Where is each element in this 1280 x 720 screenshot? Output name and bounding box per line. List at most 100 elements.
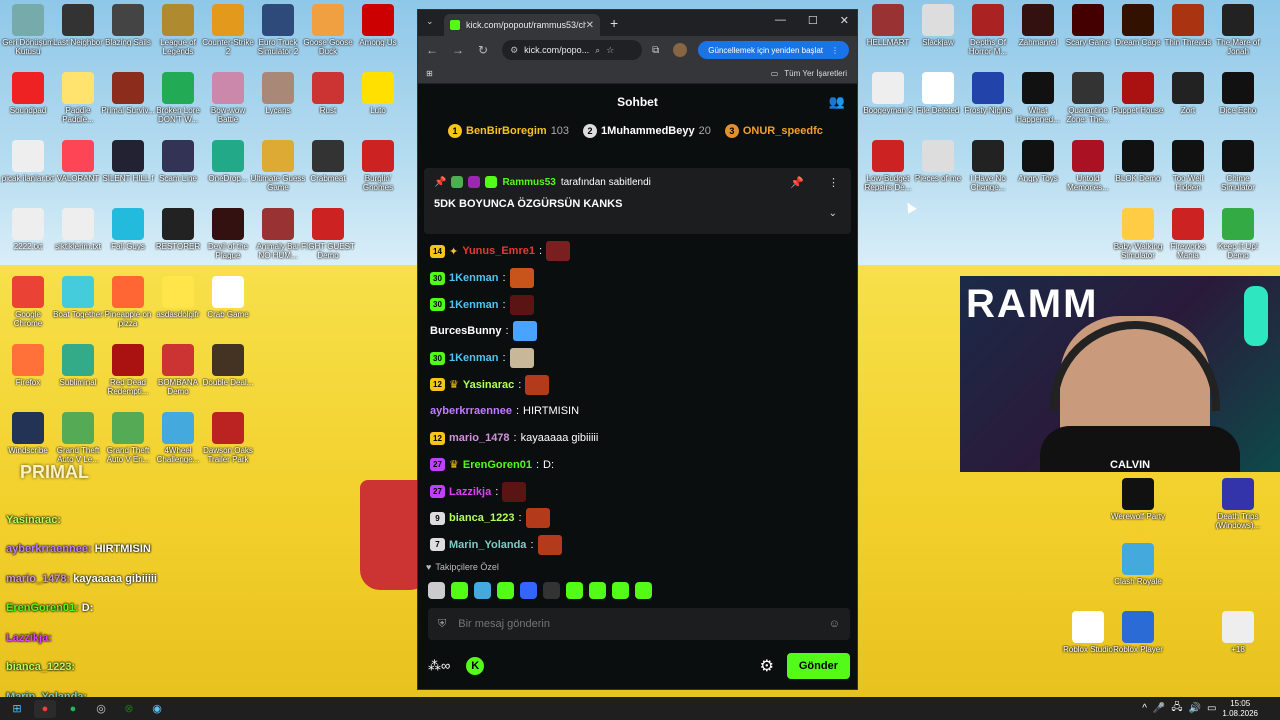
update-button[interactable]: Güncellemek için yeniden başlat ⋮ bbox=[698, 41, 849, 59]
battery-icon[interactable]: ▭ bbox=[1207, 703, 1216, 714]
chat-username[interactable]: 1Kenman bbox=[449, 299, 499, 311]
desktop-icon[interactable]: Luto bbox=[350, 72, 406, 136]
desktop-icon[interactable]: asdasdolgifr bbox=[150, 276, 206, 340]
desktop-icon[interactable]: Dream Cage bbox=[1110, 4, 1166, 68]
desktop-icon[interactable]: BOMBANA Demo bbox=[150, 344, 206, 408]
emote-8[interactable] bbox=[589, 582, 606, 599]
desktop-icon[interactable]: Last Neighbor bbox=[50, 4, 106, 68]
bookmark-star-icon[interactable]: ☆ bbox=[606, 45, 614, 56]
chat-username[interactable]: BurcesBunny bbox=[430, 325, 502, 337]
desktop-icon[interactable]: Counter-Strike 2 bbox=[200, 4, 256, 68]
desktop-icon[interactable]: Rust bbox=[300, 72, 356, 136]
desktop-icon[interactable]: RESTORER bbox=[150, 208, 206, 272]
desktop-icon[interactable]: Pineapple on pizza bbox=[100, 276, 156, 340]
desktop-icon[interactable]: Among Us bbox=[350, 4, 406, 68]
desktop-icon[interactable]: Grand Theft Auto V En... bbox=[100, 412, 156, 476]
desktop-icon[interactable]: Double Deal... bbox=[200, 344, 256, 408]
tray-chevron-icon[interactable]: ^ bbox=[1142, 703, 1147, 714]
unpin-icon[interactable]: 📌 bbox=[790, 176, 804, 189]
desktop-icon[interactable]: Geri Dönüşüm Kutusu bbox=[0, 4, 56, 68]
emote-1[interactable] bbox=[428, 582, 445, 599]
desktop-icon[interactable]: Zahmanrel bbox=[1010, 4, 1066, 68]
obs-taskbar-icon[interactable]: ◎ bbox=[90, 700, 112, 718]
desktop-icon[interactable]: Pieces of me bbox=[910, 140, 966, 204]
emote-2[interactable] bbox=[451, 582, 468, 599]
desktop-icon[interactable]: Burglin' Gnomes bbox=[350, 140, 406, 204]
desktop-icon[interactable]: Bow-wow Battle bbox=[200, 72, 256, 136]
emote-10[interactable] bbox=[635, 582, 652, 599]
desktop-icon[interactable]: FIGHT GUEST Demo bbox=[300, 208, 356, 272]
desktop-icon[interactable]: Crab Game bbox=[200, 276, 256, 340]
emote-3[interactable] bbox=[474, 582, 491, 599]
chrome-taskbar-icon[interactable]: ● bbox=[34, 699, 56, 718]
top-gifter[interactable]: 2 1MuhammedBeyy 20 bbox=[583, 124, 711, 138]
chat-username[interactable]: 1Kenman bbox=[449, 352, 499, 364]
steam-taskbar-icon[interactable]: ◉ bbox=[146, 700, 168, 718]
desktop-icon[interactable]: Subliminal bbox=[50, 344, 106, 408]
desktop-icon[interactable]: siktiklerim.txt bbox=[50, 208, 106, 272]
desktop-icon[interactable]: File Deleted bbox=[910, 72, 966, 136]
emote-4[interactable] bbox=[497, 582, 514, 599]
desktop-icon[interactable]: Slackjaw bbox=[910, 4, 966, 68]
desktop-icon[interactable]: Scam Line bbox=[150, 140, 206, 204]
desktop-icon[interactable]: Scary Game bbox=[1060, 4, 1116, 68]
desktop-icon[interactable]: OneDrop... bbox=[200, 140, 256, 204]
desktop-icon[interactable]: 4Wheel Challenge... bbox=[150, 412, 206, 476]
desktop-icon[interactable]: Euro Truck Simulator 2 bbox=[250, 4, 306, 68]
close-tab-icon[interactable]: ✕ bbox=[586, 20, 594, 31]
desktop-icon[interactable]: What Happened... bbox=[1010, 72, 1066, 136]
volume-icon[interactable]: 🔊 bbox=[1189, 703, 1201, 714]
desktop-icon[interactable]: Ultimate Guess Game bbox=[250, 140, 306, 204]
desktop-icon[interactable]: Fall Guys bbox=[100, 208, 156, 272]
chat-username[interactable]: ErenGoren01 bbox=[463, 459, 532, 471]
desktop-icon[interactable]: Werewolf Party bbox=[1110, 478, 1166, 542]
desktop-icon[interactable]: SILENT HILL f bbox=[100, 140, 156, 204]
kicks-icon[interactable]: ⁂∞ bbox=[428, 658, 450, 674]
reload-icon[interactable]: ↻ bbox=[478, 43, 488, 57]
desktop-icon[interactable]: Soundpad bbox=[0, 72, 56, 136]
desktop-icon[interactable]: Firefox bbox=[0, 344, 56, 408]
emote-9[interactable] bbox=[612, 582, 629, 599]
tab-search-icon[interactable]: ⌄ bbox=[426, 16, 434, 27]
desktop-icon[interactable]: Broken Lore DON'T W... bbox=[150, 72, 206, 136]
chat-username[interactable]: ayberkrraennee bbox=[430, 405, 512, 417]
spotify-taskbar-icon[interactable]: ● bbox=[62, 700, 84, 718]
desktop-icon[interactable]: BLOK Demo bbox=[1110, 140, 1166, 204]
desktop-icon[interactable]: Animaly Bar NO HUM... bbox=[250, 208, 306, 272]
chevron-down-icon[interactable]: ⌄ bbox=[829, 208, 837, 219]
desktop-icon[interactable]: Boogeyman 2 bbox=[860, 72, 916, 136]
chat-username[interactable]: Marin_Yolanda bbox=[449, 539, 526, 551]
maximize-icon[interactable]: ☐ bbox=[808, 14, 818, 27]
chat-input[interactable] bbox=[458, 618, 817, 630]
back-icon[interactable]: ← bbox=[426, 43, 438, 57]
desktop-icon[interactable]: Crabmeat bbox=[300, 140, 356, 204]
desktop-icon[interactable]: League of Legends bbox=[150, 4, 206, 68]
chat-username[interactable]: mario_1478 bbox=[449, 432, 510, 444]
desktop-icon[interactable]: Fireworks Mania bbox=[1160, 208, 1216, 272]
desktop-icon[interactable]: 2222.txt bbox=[0, 208, 56, 272]
chat-username[interactable]: bianca_1223 bbox=[449, 512, 514, 524]
zoom-icon[interactable]: ⌕ bbox=[595, 45, 600, 56]
desktop-icon[interactable]: Zort bbox=[1160, 72, 1216, 136]
network-icon[interactable]: 🖧 bbox=[1171, 700, 1182, 717]
desktop-icon[interactable]: Lycans bbox=[250, 72, 306, 136]
pinned-by-user[interactable]: Rammus53 bbox=[502, 177, 555, 188]
desktop-icon[interactable]: HELLMART bbox=[860, 4, 916, 68]
chat-username[interactable]: Yunus_Emre1 bbox=[462, 245, 535, 257]
desktop-icon[interactable]: +18 bbox=[1210, 611, 1266, 675]
all-bookmarks-label[interactable]: Tüm Yer İşaretleri bbox=[784, 69, 847, 78]
desktop-icon[interactable]: Devil of the Plague bbox=[200, 208, 256, 272]
apps-grid-icon[interactable]: ⊞ bbox=[426, 69, 433, 78]
new-tab-icon[interactable]: + bbox=[610, 15, 618, 31]
close-window-icon[interactable]: ✕ bbox=[840, 14, 849, 27]
emote-7[interactable] bbox=[566, 582, 583, 599]
send-button[interactable]: Gönder bbox=[786, 653, 850, 679]
desktop-icon[interactable]: Depths Of Horror M... bbox=[960, 4, 1016, 68]
desktop-icon[interactable]: Roblox Studio bbox=[1060, 611, 1116, 675]
desktop-icon[interactable]: The Mare of Jonah bbox=[1210, 4, 1266, 68]
desktop-icon[interactable]: Thin Threads bbox=[1160, 4, 1216, 68]
desktop-icon[interactable]: Untold Memories... bbox=[1060, 140, 1116, 204]
windows-start-icon[interactable]: ⊞ bbox=[6, 700, 28, 718]
chat-username[interactable]: Yasinarac bbox=[463, 379, 514, 391]
desktop-icon[interactable]: Boat Together bbox=[50, 276, 106, 340]
